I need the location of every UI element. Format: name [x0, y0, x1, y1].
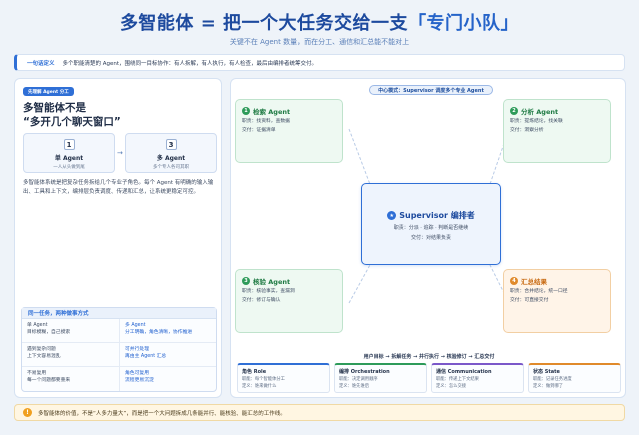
- single-agent-name: 单 Agent: [54, 155, 84, 162]
- concept-cards: 角色 Role 职能：每个智能体分工 定义：谁来做什么 编排 Orchestra…: [237, 363, 621, 393]
- table-row: 遇到复杂问题 上下文容易混乱 可并行处理 再由主 Agent 汇总: [22, 343, 216, 367]
- process-flow: 用户目标 → 拆解任务 → 并行执行 → 核验修订 → 汇总交付: [363, 354, 495, 360]
- footer-text: 多智能体的价值，不是“人多力量大”，而是把一个大问题拆成几条能并行、能核验、能汇…: [38, 410, 286, 417]
- diagram-panel: 中心模式：Supervisor 调度多个专业 Agent 1 检索 Agent 职…: [230, 78, 626, 398]
- communication-card: 通信 Communication 职能：传递上下文结果 定义：怎么交接: [431, 363, 524, 393]
- step-badge: 2: [510, 107, 518, 115]
- review-agent-node: 3 核验 Agent 职责：核验事实，查漏洞 交付：修订与确认: [235, 269, 343, 333]
- card-line: 职能：传递上下文结果: [436, 376, 479, 382]
- supervisor-title: Supervisor 编排者: [399, 211, 475, 220]
- card-title: 状态 State: [533, 369, 560, 375]
- card-title: 角色 Role: [242, 369, 267, 375]
- title-main: 多智能体 = 把一个大任务交给一支: [119, 13, 409, 34]
- state-card: 状态 State 职能：记录任务进度 定义：做到哪了: [528, 363, 621, 393]
- left-description: 多智能体系统是把复杂任务拆给几个专业子角色。每个 Agent 有明确的输入输出、…: [23, 180, 214, 195]
- node-output: 交付：修订与确认: [242, 298, 281, 303]
- multi-agent-box: 3 多 Agent 多个专人各司其职: [125, 133, 217, 173]
- table-row: 不易复用 每一个问题都要重来 角色可复用 流程更易沉淀: [22, 367, 216, 391]
- left-heading: 多智能体不是 “多开几个聊天窗口”: [23, 101, 218, 129]
- single-cell: 不易复用 每一个问题都要重来: [27, 371, 71, 383]
- single-agent-box: 1 单 Agent 一人从头做到尾: [23, 133, 115, 173]
- step-badge: 3: [242, 277, 250, 285]
- card-line: 职能：记录任务进度: [533, 376, 572, 382]
- warning-icon: !: [23, 408, 32, 417]
- multi-agent-count: 3: [165, 139, 177, 150]
- multi-cell: 可并行处理 再由主 Agent 汇总: [119, 343, 216, 366]
- page-subtitle: 关键不在 Agent 数量，而在分工、通信和汇总能不能对上: [229, 38, 410, 46]
- card-line: 定义：做到哪了: [533, 383, 564, 389]
- multi-cell: 角色可复用 流程更易沉淀: [119, 367, 216, 391]
- multi-cell: 多 Agent 分工明确，角色清晰，协作推进: [119, 319, 216, 342]
- node-output: 交付：证据清单: [242, 128, 276, 133]
- left-panel: 先理解 Agent 分工 多智能体不是 “多开几个聊天窗口” 1 单 Agent…: [14, 78, 222, 398]
- section-pill: 先理解 Agent 分工: [23, 87, 74, 96]
- left-heading-line2: “多开几个聊天窗口”: [23, 116, 121, 128]
- table-row: 单 Agent 目标模糊，自己摸索 多 Agent 分工明确，角色清晰，协作推进: [22, 319, 216, 343]
- definition-text: 多个职能清楚的 Agent，围绕同一目标协作：有人拆解，有人执行，有人检查，最后…: [62, 60, 318, 67]
- card-title: 通信 Communication: [436, 369, 492, 375]
- comparison-title: 同一任务，两种做事方式: [22, 308, 216, 319]
- single-agent-count: 1: [63, 139, 75, 150]
- orchestration-card: 编排 Orchestration 职能：决定调用顺序 定义：谁先谁后: [334, 363, 427, 393]
- node-title: 汇总结果: [521, 278, 547, 286]
- star-icon: ★: [387, 211, 397, 220]
- card-line: 职能：每个智能体分工: [242, 376, 285, 382]
- title-accent: 「专门小队」: [408, 13, 520, 34]
- multi-agent-desc: 多个专人各司其职: [153, 165, 189, 170]
- card-line: 定义：谁先谁后: [339, 383, 370, 389]
- page-title: 多智能体 = 把一个大任务交给一支「专门小队」: [0, 9, 639, 35]
- node-duty: 职责：核验事实，查漏洞: [242, 289, 295, 294]
- arrow-right-icon: →: [117, 149, 123, 157]
- single-agent-desc: 一人从头做到尾: [53, 165, 85, 170]
- node-title: 分析 Agent: [521, 108, 559, 116]
- supervisor-duty: 职责：分派 · 追踪 · 判断是否继续: [393, 225, 469, 231]
- comparison-table: 同一任务，两种做事方式 单 Agent 目标模糊，自己摸索 多 Agent 分工…: [21, 307, 217, 392]
- analysis-agent-node: 2 分析 Agent 职责：提炼结论，找关联 交付：洞察分析: [503, 99, 611, 163]
- card-line: 定义：谁来做什么: [242, 383, 277, 389]
- supervisor-node: ★ Supervisor 编排者 职责：分派 · 追踪 · 判断是否继续 交付：对…: [361, 183, 501, 265]
- center-mode-pill: 中心模式：Supervisor 调度多个专业 Agent: [369, 85, 493, 95]
- node-title: 检索 Agent: [253, 108, 291, 116]
- single-cell: 遇到复杂问题 上下文容易混乱: [27, 347, 61, 359]
- node-title: 核验 Agent: [253, 278, 291, 286]
- multi-agent-name: 多 Agent: [156, 155, 186, 162]
- step-badge: 4: [510, 277, 518, 285]
- search-agent-node: 1 检索 Agent 职责：找资料，查数据 交付：证据清单: [235, 99, 343, 163]
- summary-node: 4 汇总结果 职责：合并结论，统一口径 交付：可直接交付: [503, 269, 611, 333]
- node-duty: 职责：找资料，查数据: [242, 119, 290, 124]
- left-heading-line1: 多智能体不是: [23, 102, 86, 114]
- node-output: 交付：可直接交付: [510, 298, 549, 303]
- step-badge: 1: [242, 107, 250, 115]
- role-card: 角色 Role 职能：每个智能体分工 定义：谁来做什么: [237, 363, 330, 393]
- node-duty: 职责：提炼结论，找关联: [510, 119, 563, 124]
- definition-tag: 一句话定义: [27, 60, 55, 67]
- supervisor-output: 交付：对结果负责: [410, 235, 451, 241]
- footer-note: ! 多智能体的价值，不是“人多力量大”，而是把一个大问题拆成几条能并行、能核验、…: [14, 404, 625, 421]
- card-line: 职能：决定调用顺序: [339, 376, 378, 382]
- node-output: 交付：洞察分析: [510, 128, 544, 133]
- card-title: 编排 Orchestration: [339, 369, 390, 375]
- card-line: 定义：怎么交接: [436, 383, 467, 389]
- definition-banner: 一句话定义 多个职能清楚的 Agent，围绕同一目标协作：有人拆解，有人执行，有…: [14, 54, 625, 71]
- node-duty: 职责：合并结论，统一口径: [510, 289, 568, 294]
- single-cell: 单 Agent 目标模糊，自己摸索: [27, 323, 71, 335]
